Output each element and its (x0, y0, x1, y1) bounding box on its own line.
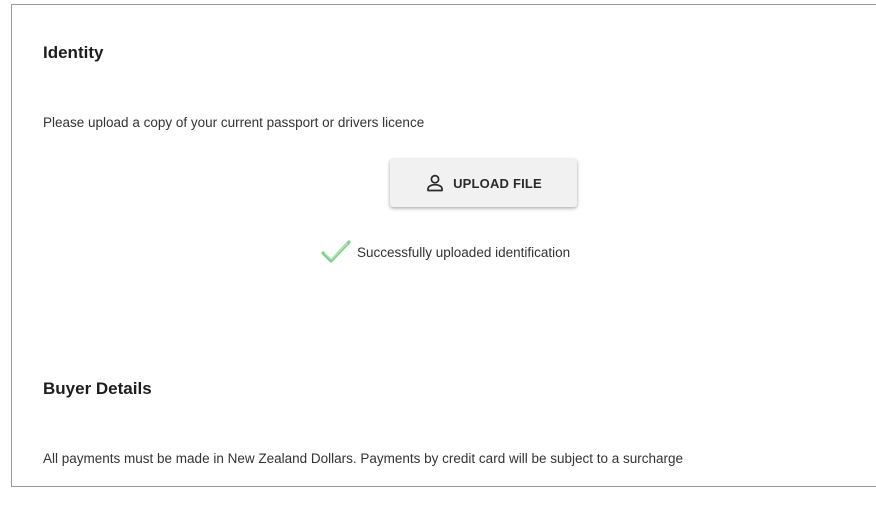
form-panel: Identity Please upload a copy of your cu… (11, 4, 876, 487)
checkmark-icon (321, 239, 351, 265)
upload-success-status: Successfully uploaded identification (321, 239, 570, 265)
buyer-details-section-title: Buyer Details (43, 379, 152, 398)
upload-file-label: UPLOAD FILE (453, 175, 542, 191)
upload-success-message: Successfully uploaded identification (357, 244, 571, 260)
user-icon (425, 173, 445, 193)
identity-instructions: Please upload a copy of your current pas… (43, 115, 425, 130)
identity-section-title: Identity (43, 43, 104, 62)
buyer-details-notice: All payments must be made in New Zealand… (43, 451, 684, 466)
upload-file-button[interactable]: UPLOAD FILE (390, 159, 577, 207)
